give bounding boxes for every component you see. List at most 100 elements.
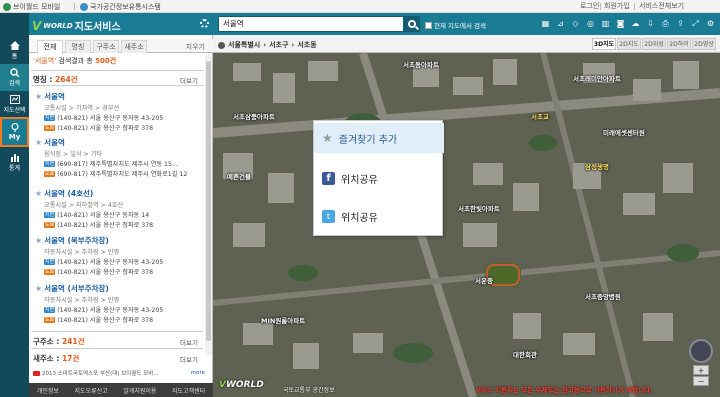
breadcrumb-city[interactable]: 서울특별시 xyxy=(228,40,260,50)
vworld-mobile-icon xyxy=(3,2,11,11)
layers-icon[interactable]: ▦ xyxy=(540,17,551,30)
ad-banner[interactable]: 2013 스마트국토엑스포 부산(대) 브이월드 모바... more xyxy=(33,369,205,377)
result-jibun-address: 지번 (140-821) 서울 용산구 동자동 14 xyxy=(44,210,203,219)
breadcrumb: 서울특별시 › 서초구 › 서초동 xyxy=(218,40,317,50)
tab-old-address[interactable]: 구주소 xyxy=(93,40,119,53)
share-twitter-label: 위치공유 xyxy=(341,212,378,224)
print-icon[interactable]: ⎙ xyxy=(660,17,671,30)
location-bar: 서울특별시 › 서초구 › 서초동 3D지도 2D지도 2D위성 2D하이 2D… xyxy=(213,35,720,53)
nav-my[interactable]: My xyxy=(0,117,29,147)
area-icon[interactable]: ◇ xyxy=(570,17,581,30)
login-link[interactable]: 로그인 xyxy=(580,1,599,12)
facebook-icon: f xyxy=(322,171,335,185)
result-title[interactable]: ★ 서울역 (서부주차장) xyxy=(35,283,203,294)
camera-icon[interactable]: ◙ xyxy=(615,17,626,30)
footer-privacy-link[interactable]: 개인정보 xyxy=(37,386,59,395)
clear-button[interactable]: 지우기 xyxy=(186,42,205,52)
result-item[interactable]: ★ 서울역 교통시설 > 기차역 > 경부선 지번 (140-821) 서울 용산구… xyxy=(35,91,203,132)
star-icon[interactable]: ★ xyxy=(35,284,42,293)
compass-control[interactable] xyxy=(689,339,713,363)
result-jibun-address: 지번 (690-817) 제주특별자치도 제주시 연동 15... xyxy=(44,159,203,168)
tab-all[interactable]: 전체 xyxy=(37,40,63,54)
result-item[interactable]: ★ 서울역 (북부주차장) 자동차시설 > 주차장 > 민영 지번 (140-821… xyxy=(35,235,203,276)
share-icon[interactable]: ⇪ xyxy=(675,17,686,30)
result-tabs: 전체 명칭 구주소 새주소 지우기 xyxy=(29,39,213,54)
star-icon[interactable]: ★ xyxy=(35,92,42,101)
mobile-link[interactable]: 브이월드 모바일 xyxy=(3,1,60,12)
all-services-link[interactable]: 서비스전체보기 xyxy=(639,1,684,12)
gear-icon[interactable] xyxy=(200,19,209,28)
share-facebook-button[interactable]: f 위치공유 xyxy=(314,163,444,193)
vworld-logo[interactable]: V WORLD 지도서비스 xyxy=(32,18,121,34)
tab-name[interactable]: 명칭 xyxy=(65,40,91,53)
result-title[interactable]: ★ 서울역 (4호선) xyxy=(35,188,203,199)
vworld-logo-mark: V xyxy=(32,18,42,33)
aerial-imagery[interactable] xyxy=(213,53,720,397)
star-icon[interactable]: ★ xyxy=(35,138,42,147)
map-logo-text: WORLD xyxy=(225,380,264,390)
section-name-more[interactable]: 더보기 xyxy=(180,75,198,85)
result-item[interactable]: ★ 서울역 음식점 > 일식 > 기타 지번 (690-817) 제주특별자치도 제… xyxy=(35,137,203,178)
map-search-input[interactable]: 서울역 xyxy=(218,16,404,32)
nav-stats[interactable]: 통계 xyxy=(0,149,29,176)
panel-scrollbar[interactable] xyxy=(205,55,212,355)
fullscreen-icon[interactable]: ⤢ xyxy=(690,17,701,30)
chevron-right-icon: › xyxy=(263,41,267,49)
result-title[interactable]: ★ 서울역 xyxy=(35,91,203,102)
tab-new-address[interactable]: 새주소 xyxy=(121,40,147,53)
result-title[interactable]: ★ 서울역 (북부주차장) xyxy=(35,235,203,246)
nav-home-label: 홈 xyxy=(11,53,18,60)
share-twitter-button[interactable]: t 위치공유 xyxy=(314,201,444,231)
ad-more-link[interactable]: more xyxy=(191,370,205,376)
mode-2d-hybrid[interactable]: 2D하이 xyxy=(667,38,691,50)
section-name-label: 명칭 xyxy=(33,75,47,84)
footer-support-link[interactable]: 지도고객센터 xyxy=(172,386,205,395)
road-text: (140-821) 서울 용산구 청파로 378 xyxy=(57,317,154,324)
scope-checkbox[interactable]: 현재 지도에서 검색 xyxy=(425,20,486,30)
chart-icon[interactable]: ▥ xyxy=(600,17,611,30)
measure-icon[interactable]: ⊿ xyxy=(555,17,566,30)
aerial-map-view[interactable]: 서초동아파트 서초래미안아파트 서초삼풍아파트 서초교 미래에셋센터원 예쁜건물… xyxy=(213,53,720,397)
divider xyxy=(600,3,601,10)
add-favorite-button[interactable]: ★ 즐겨찾기 추가 xyxy=(314,123,444,153)
nav-search[interactable]: 검색 xyxy=(0,64,29,91)
radius-icon[interactable]: ◎ xyxy=(585,17,596,30)
mode-2d-image[interactable]: 2D영상 xyxy=(692,38,716,50)
result-category: 자동차시설 > 주차장 > 민영 xyxy=(44,249,120,256)
nav-map-select[interactable]: 지도선택 xyxy=(0,91,29,118)
star-icon[interactable]: ★ xyxy=(35,189,42,198)
search-panel: V WORLD 지도서비스 전체 명칭 구주소 새주소 지우기 '서울역' 검색결… xyxy=(29,13,213,397)
mode-2d-satellite[interactable]: 2D위성 xyxy=(642,38,666,50)
map-footer-links[interactable]: 국토교통부 공간정보 xyxy=(283,385,335,394)
section-new-address-more[interactable]: 더보기 xyxy=(180,354,198,364)
result-category: 자동차시설 > 주차장 > 민영 xyxy=(44,297,120,304)
checkbox-box[interactable] xyxy=(425,21,432,29)
map-label: 예쁜건물 xyxy=(227,173,251,181)
mode-2d-map[interactable]: 2D지도 xyxy=(617,38,641,50)
result-item[interactable]: ★ 서울역 (4호선) 교통시설 > 지하철역 > 4호선 지번 (140-821)… xyxy=(35,188,203,229)
footer-error-report-link[interactable]: 지도오류신고 xyxy=(75,386,108,395)
nav-home[interactable]: 홈 xyxy=(0,37,29,64)
nav-stats-label: 통계 xyxy=(8,165,21,172)
breadcrumb-district[interactable]: 서초구 xyxy=(269,40,288,50)
scroll-thumb[interactable] xyxy=(206,61,211,341)
signup-link[interactable]: 회원가입 xyxy=(604,1,630,12)
section-old-address-more[interactable]: 더보기 xyxy=(180,337,198,347)
result-title[interactable]: ★ 서울역 xyxy=(35,137,203,148)
settings-icon[interactable]: ⚙ xyxy=(705,17,716,30)
download-icon[interactable]: ⇩ xyxy=(645,17,656,30)
result-item[interactable]: ★ 서울역 (서부주차장) 자동차시설 > 주차장 > 민영 지번 (140-821… xyxy=(35,283,203,324)
zoom-out-button[interactable]: − xyxy=(693,376,709,386)
footer-help-link[interactable]: 알게지원이용 xyxy=(123,386,156,395)
star-icon[interactable]: ★ xyxy=(35,236,42,245)
spatial-info-link[interactable]: 국가공간정보유통시스템 xyxy=(80,1,161,12)
search-button[interactable] xyxy=(404,16,420,32)
map-label: 서초교 xyxy=(531,113,549,121)
zoom-in-button[interactable]: + xyxy=(693,365,709,375)
breadcrumb-neighborhood[interactable]: 서초동 xyxy=(297,40,316,50)
search-icon xyxy=(9,68,20,77)
mode-3d[interactable]: 3D지도 xyxy=(592,38,616,50)
cloud-icon[interactable]: ☁ xyxy=(630,17,641,30)
star-icon: ★ xyxy=(322,131,333,145)
road-badge: 도로 xyxy=(44,124,56,131)
